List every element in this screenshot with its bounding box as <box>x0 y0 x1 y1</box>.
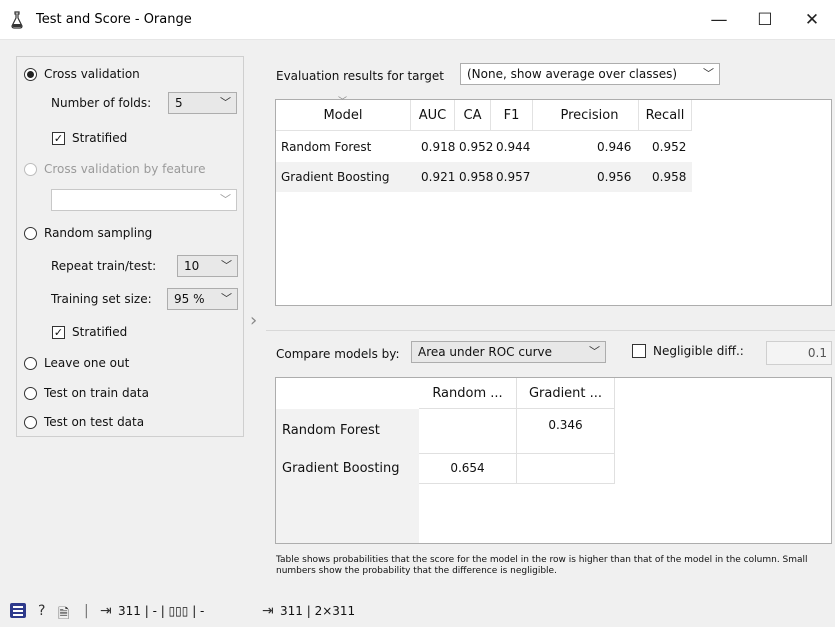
test-on-train-radio[interactable] <box>24 386 37 400</box>
leave-one-out-label: Leave one out <box>44 356 130 370</box>
ca-value: 0.952 <box>459 140 494 154</box>
test-on-test-option[interactable]: Test on test data <box>24 413 144 431</box>
output-icon: ⇥ <box>262 603 274 619</box>
window-title: Test and Score - Orange <box>36 12 192 27</box>
precision-value: 0.946 <box>597 140 632 154</box>
stratified-label: Stratified <box>72 131 128 145</box>
splitter-arrow-icon[interactable]: › <box>250 310 257 331</box>
train-size-label: Training set size: <box>51 292 152 306</box>
negligible-checkbox[interactable] <box>632 344 646 358</box>
test-on-train-label: Test on train data <box>44 386 149 400</box>
cross-validation-label: Cross validation <box>44 67 140 81</box>
cv-by-feature-radio[interactable] <box>24 162 37 176</box>
col-header-gradient-boosting[interactable]: Gradient ... <box>517 378 615 409</box>
comparison-cell: 0.654 <box>419 454 517 484</box>
test-on-test-label: Test on test data <box>44 415 145 429</box>
repeat-label: Repeat train/test: <box>51 259 157 273</box>
stratified2-checkbox[interactable]: ✓ <box>52 325 65 339</box>
corner-cell <box>276 378 419 409</box>
sampling-panel: Cross validation Number of folds: 5 ﹀ ✓ … <box>16 56 244 437</box>
chevron-down-icon: ﹀ <box>221 292 232 305</box>
repeat-combo[interactable]: 10 ﹀ <box>177 255 238 277</box>
random-sampling-label: Random sampling <box>44 226 153 240</box>
leave-one-out-radio[interactable] <box>24 356 37 370</box>
row-header-random-forest: Random Forest <box>282 423 380 438</box>
leave-one-out-option[interactable]: Leave one out <box>24 354 129 372</box>
train-size-value: 95 % <box>174 292 205 306</box>
compare-value: Area under ROC curve <box>418 345 552 359</box>
folds-combo[interactable]: 5 ﹀ <box>168 92 237 114</box>
target-value: (None, show average over classes) <box>467 67 678 81</box>
col-header-random-forest[interactable]: Random ... <box>419 378 517 409</box>
random-sampling-option[interactable]: Random sampling <box>24 224 152 242</box>
cv-by-feature-option[interactable]: Cross validation by feature <box>24 160 205 178</box>
test-on-train-option[interactable]: Test on train data <box>24 384 149 402</box>
input-summary: 311 | - | ▯▯▯ | - <box>118 604 205 618</box>
cross-validation-option[interactable]: Cross validation <box>24 65 140 83</box>
title-bar: Test and Score - Orange — ☐ ✕ <box>0 0 835 40</box>
feature-combo[interactable]: ﹀ <box>51 189 237 211</box>
output-summary: 311 | 2×311 <box>280 604 356 618</box>
comparison-table[interactable]: Random ... Gradient ... Random Forest 0.… <box>275 377 832 544</box>
column-header-auc[interactable]: AUC <box>411 100 455 131</box>
sort-indicator-icon: ﹀ <box>338 97 348 107</box>
stratified2-option[interactable]: ✓ Stratified <box>52 323 127 341</box>
compare-label: Compare models by: <box>276 347 400 361</box>
stratified2-label: Stratified <box>72 325 128 339</box>
minimize-button[interactable]: — <box>696 0 742 40</box>
menu-icon[interactable] <box>10 603 26 618</box>
cross-validation-radio[interactable] <box>24 67 37 81</box>
model-name: Random Forest <box>281 140 372 154</box>
evaluation-table[interactable]: Model ﹀ AUC CA F1 Precision Recall Rando… <box>275 97 832 306</box>
row-header-gradient-boosting: Gradient Boosting <box>282 461 400 476</box>
test-on-test-radio[interactable] <box>24 415 37 429</box>
auc-value: 0.918 <box>421 140 456 154</box>
folds-value: 5 <box>175 96 183 110</box>
model-name: Gradient Boosting <box>281 170 390 184</box>
train-size-combo[interactable]: 95 % ﹀ <box>167 288 238 310</box>
negligible-option[interactable]: Negligible diff.: <box>632 344 744 358</box>
input-icon: ⇥ <box>100 603 112 619</box>
comparison-cell <box>517 454 615 484</box>
chevron-down-icon: ﹀ <box>703 67 714 80</box>
folds-label: Number of folds: <box>51 96 152 110</box>
comparison-value: 0.654 <box>450 461 485 475</box>
maximize-button[interactable]: ☐ <box>742 0 788 40</box>
chevron-down-icon: ﹀ <box>221 259 232 272</box>
comparison-value: 0.346 <box>548 418 583 432</box>
auc-value: 0.921 <box>421 170 456 184</box>
column-header-f1[interactable]: F1 <box>491 100 533 131</box>
report-icon[interactable]: 🗎 <box>58 603 69 627</box>
comparison-note: Table shows probabilities that the score… <box>276 555 808 576</box>
comparison-cell <box>419 409 517 454</box>
comparison-cell: 0.346 <box>517 409 615 454</box>
stratified-checkbox[interactable]: ✓ <box>52 131 65 145</box>
f1-value: 0.944 <box>496 140 531 154</box>
column-header-recall[interactable]: Recall <box>639 100 692 131</box>
column-header-ca[interactable]: CA <box>455 100 491 131</box>
column-header-model[interactable]: Model ﹀ <box>276 97 411 131</box>
random-sampling-radio[interactable] <box>24 226 37 240</box>
chevron-down-icon: ﹀ <box>589 345 600 358</box>
compare-combo[interactable]: Area under ROC curve ﹀ <box>411 341 606 363</box>
chevron-down-icon: ﹀ <box>220 193 231 206</box>
chevron-down-icon: ﹀ <box>220 96 231 109</box>
negligible-label: Negligible diff.: <box>653 344 744 358</box>
recall-value: 0.952 <box>652 140 687 154</box>
close-button[interactable]: ✕ <box>789 0 835 40</box>
column-header-precision[interactable]: Precision <box>533 100 639 131</box>
f1-value: 0.957 <box>496 170 531 184</box>
target-label: Evaluation results for target <box>276 69 444 83</box>
precision-value: 0.956 <box>597 170 632 184</box>
negligible-spinbox[interactable]: 0.1 <box>766 341 832 365</box>
cv-by-feature-label: Cross validation by feature <box>44 162 206 176</box>
orange-flask-icon <box>11 11 23 29</box>
separator: | <box>84 603 89 619</box>
ca-value: 0.958 <box>459 170 494 184</box>
help-icon[interactable]: ? <box>38 603 45 619</box>
recall-value: 0.958 <box>652 170 687 184</box>
repeat-value: 10 <box>184 259 200 273</box>
target-combo[interactable]: (None, show average over classes) ﹀ <box>460 63 720 85</box>
stratified-option[interactable]: ✓ Stratified <box>52 129 127 147</box>
